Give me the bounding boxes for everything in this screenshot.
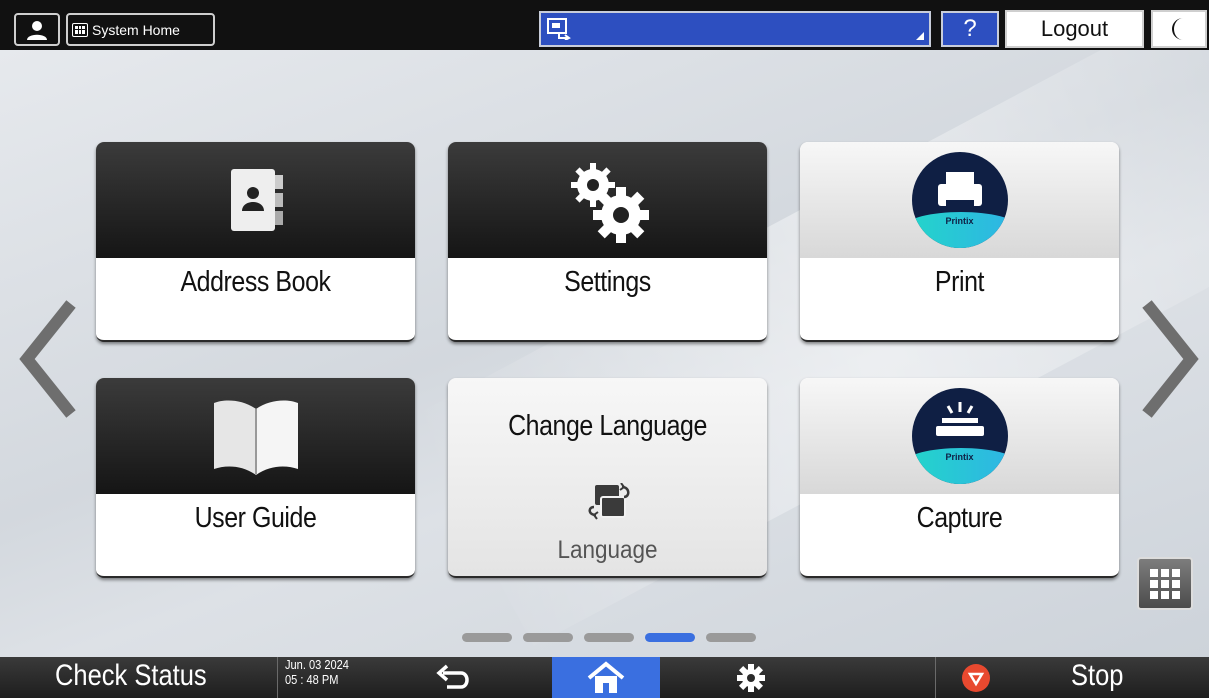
change-language-icon xyxy=(588,483,630,520)
tile-label: Address Book xyxy=(180,266,331,298)
page-indicator-3[interactable] xyxy=(584,633,634,642)
book-icon xyxy=(213,400,298,475)
moon-icon xyxy=(1172,18,1183,40)
back-icon[interactable] xyxy=(433,663,473,693)
tile-change-language[interactable]: Change Language Language xyxy=(448,378,767,578)
system-home-button[interactable]: System Home xyxy=(66,13,215,46)
tile-title: Change Language xyxy=(508,410,707,442)
printix-badge: Printix xyxy=(945,216,974,226)
date-text: Jun. 03 2024 xyxy=(285,657,349,672)
tile-capture[interactable]: Printix Capture xyxy=(800,378,1119,578)
divider xyxy=(935,657,936,698)
user-icon xyxy=(27,20,47,40)
printix-capture-icon: Printix xyxy=(911,388,1008,484)
tile-label: Capture xyxy=(916,502,1003,534)
divider xyxy=(277,657,278,698)
tile-label: Settings xyxy=(564,266,651,298)
time-text: 05 : 48 PM xyxy=(285,672,339,687)
application-list-button[interactable] xyxy=(1137,557,1193,610)
date-time-display: Jun. 03 2024 05 : 48 PM xyxy=(285,657,349,687)
gear-icon[interactable] xyxy=(736,663,766,693)
apps-grid-icon xyxy=(72,22,88,37)
stop-button[interactable]: Stop xyxy=(1071,659,1123,693)
help-button[interactable]: ? xyxy=(941,11,999,47)
stop-icon[interactable] xyxy=(961,663,991,693)
next-page-arrow[interactable] xyxy=(1141,300,1199,418)
page-indicator-2[interactable] xyxy=(523,633,573,642)
tile-subtitle: Language xyxy=(557,536,658,564)
top-bar: System Home ? Logout xyxy=(0,0,1209,50)
user-button[interactable] xyxy=(14,13,60,46)
gears-icon xyxy=(570,163,649,243)
page-indicator-1[interactable] xyxy=(462,633,512,642)
address-book-icon xyxy=(230,169,283,231)
bottom-bar: Check Status Jun. 03 2024 05 : 48 PM Sto… xyxy=(0,657,1209,698)
home-button[interactable] xyxy=(552,657,660,698)
check-status-button[interactable]: Check Status xyxy=(55,659,207,693)
printix-print-icon: Printix xyxy=(911,152,1008,248)
tile-user-guide[interactable]: User Guide xyxy=(96,378,415,578)
page-indicator-4-active[interactable] xyxy=(645,633,695,642)
device-status-icon xyxy=(547,18,571,40)
page-indicator-5[interactable] xyxy=(706,633,756,642)
home-icon xyxy=(587,660,625,693)
tile-label: User Guide xyxy=(194,502,317,534)
grid-icon xyxy=(1150,568,1180,599)
logout-button[interactable]: Logout xyxy=(1005,10,1144,48)
tile-settings[interactable]: Settings xyxy=(448,142,767,342)
energy-saver-button[interactable] xyxy=(1151,10,1207,48)
job-status-field[interactable] xyxy=(539,11,931,47)
tile-print[interactable]: Printix Print xyxy=(800,142,1119,342)
system-home-label: System Home xyxy=(92,21,180,38)
tile-label: Print xyxy=(934,266,985,298)
expand-corner-icon xyxy=(916,32,924,40)
previous-page-arrow[interactable] xyxy=(19,300,77,418)
printix-badge: Printix xyxy=(945,452,974,462)
tile-address-book[interactable]: Address Book xyxy=(96,142,415,342)
